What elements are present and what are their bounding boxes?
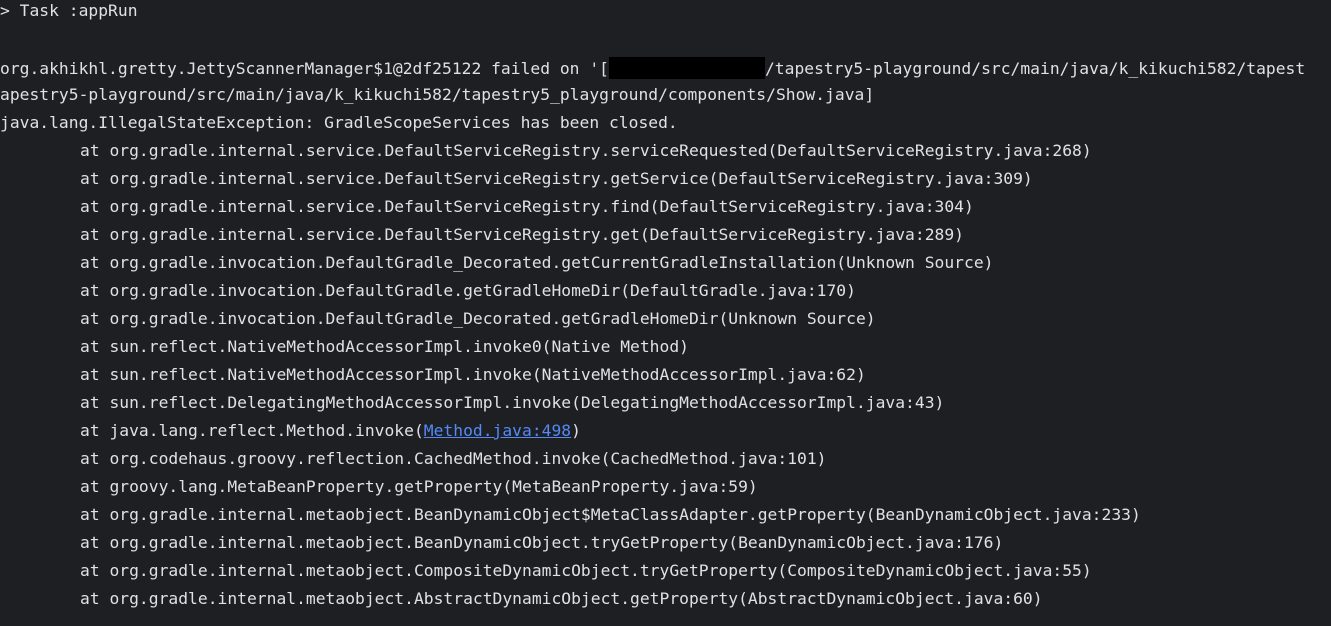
stack-frame-prefix: at java.lang.reflect.Method.invoke( xyxy=(80,421,424,440)
stack-frame: at org.gradle.internal.service.DefaultSe… xyxy=(80,141,1092,160)
stack-frame: at groovy.lang.MetaBeanProperty.getPrope… xyxy=(80,477,758,496)
stack-frame: at org.gradle.invocation.DefaultGradle_D… xyxy=(80,253,994,272)
stack-frame: at org.gradle.internal.metaobject.Abstra… xyxy=(80,589,1043,608)
stack-frame: at org.gradle.invocation.DefaultGradle_D… xyxy=(80,309,876,328)
stack-frame-method-invoke: at java.lang.reflect.Method.invoke(Metho… xyxy=(80,421,581,449)
source-link-method-java[interactable]: Method.java:498 xyxy=(424,421,571,440)
stack-frame: at sun.reflect.NativeMethodAccessorImpl.… xyxy=(80,337,689,356)
scanner-failure-prefix: org.akhikhl.gretty.JettyScannerManager$1… xyxy=(0,59,609,78)
stack-frame: at org.gradle.internal.metaobject.BeanDy… xyxy=(80,533,1004,552)
redacted-path-block xyxy=(608,57,765,79)
stack-frame: at sun.reflect.DelegatingMethodAccessorI… xyxy=(80,393,945,412)
exception-line: java.lang.IllegalStateException: GradleS… xyxy=(0,113,678,132)
task-header-line: > Task :appRun xyxy=(0,1,138,20)
stack-frame: at sun.reflect.NativeMethodAccessorImpl.… xyxy=(80,365,866,384)
scanner-failure-line: org.akhikhl.gretty.JettyScannerManager$1… xyxy=(0,57,1305,85)
console-output: > Task :appRun org.akhikhl.gretty.JettyS… xyxy=(0,0,1331,626)
stack-frame: at org.gradle.internal.metaobject.Compos… xyxy=(80,561,1092,580)
stack-frame: at org.gradle.internal.service.DefaultSe… xyxy=(80,169,1033,188)
stack-frame: at org.gradle.internal.service.DefaultSe… xyxy=(80,225,964,244)
stack-frame: at org.codehaus.groovy.reflection.Cached… xyxy=(80,449,827,468)
stack-frame: at org.gradle.internal.service.DefaultSe… xyxy=(80,197,974,216)
stack-frame: at org.gradle.invocation.DefaultGradle.g… xyxy=(80,281,856,300)
stack-frame-suffix: ) xyxy=(571,421,581,440)
scanner-failure-path: /tapestry5-playground/src/main/java/k_ki… xyxy=(764,59,1306,78)
stack-frame: at org.gradle.internal.metaobject.BeanDy… xyxy=(80,505,1141,524)
scanner-failure-continuation: apestry5-playground/src/main/java/k_kiku… xyxy=(0,85,875,104)
